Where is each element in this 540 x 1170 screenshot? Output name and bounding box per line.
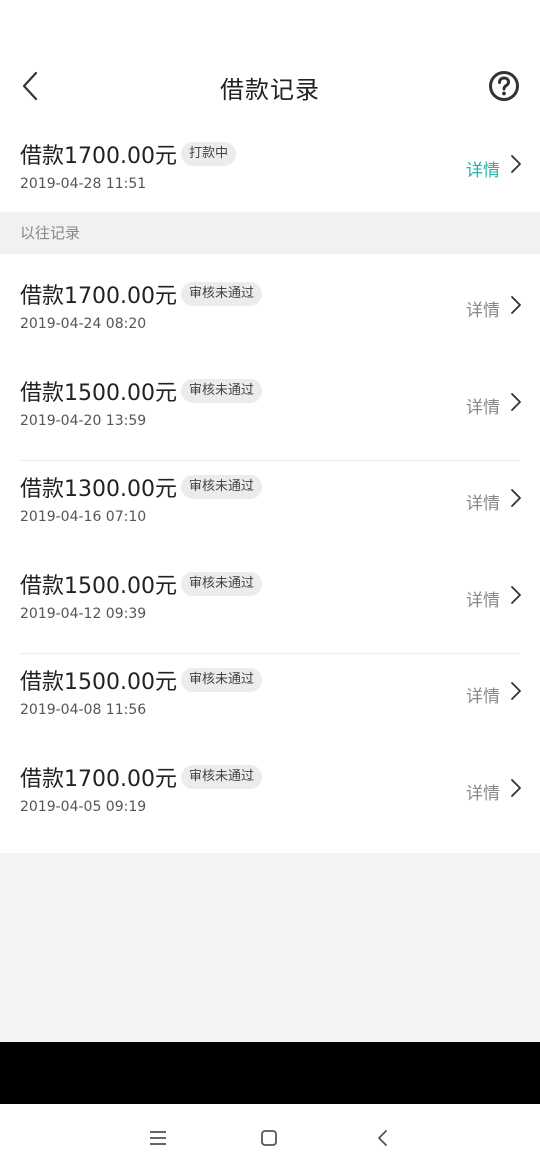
record-row[interactable]: 借款1700.00元 审核未通过 2019-04-24 08:20 详情 [0, 268, 540, 365]
record-time: 2019-04-24 08:20 [20, 316, 147, 332]
back-arrow-icon[interactable] [371, 1126, 395, 1150]
current-record-row[interactable]: 借款1700.00元 打款中 2019-04-28 11:51 详情 [0, 124, 540, 212]
section-label-past-records: 以往记录 [0, 212, 540, 254]
record-time: 2019-04-28 11:51 [20, 176, 147, 192]
detail-link[interactable]: 详情 [466, 682, 500, 707]
status-badge: 审核未通过 [181, 571, 263, 596]
record-amount: 借款1500.00元 [20, 573, 177, 599]
status-bar [0, 0, 540, 50]
chevron-right-icon [511, 489, 521, 507]
chevron-right-icon [511, 778, 521, 797]
detail-link[interactable]: 详情 [466, 296, 500, 321]
status-badge: 审核未通过 [181, 378, 263, 403]
record-amount: 借款1700.00元 [20, 766, 177, 792]
detail-link[interactable]: 详情 [466, 779, 500, 804]
record-row[interactable]: 借款1500.00元 审核未通过 2019-04-08 11:56 详情 [0, 654, 540, 751]
record-time: 2019-04-12 09:39 [20, 605, 147, 622]
detail-link[interactable]: 详情 [466, 156, 500, 181]
detail-link[interactable]: 详情 [466, 393, 500, 418]
record-time: 2019-04-08 11:56 [20, 702, 147, 718]
status-badge: 审核未通过 [181, 764, 263, 789]
record-amount: 借款1700.00元 [20, 284, 177, 309]
detail-link[interactable]: 详情 [466, 586, 500, 611]
app-header: 借款记录 [0, 50, 540, 124]
record-time: 2019-04-05 09:19 [20, 798, 147, 815]
record-amount: 借款1300.00元 [20, 477, 177, 502]
system-navigation-bar [0, 1104, 540, 1170]
record-time: 2019-04-20 13:59 [20, 412, 147, 429]
record-amount: 借款1700.00元 [20, 144, 177, 169]
menu-lines-icon[interactable] [146, 1126, 170, 1150]
record-amount: 借款1500.00元 [20, 380, 177, 406]
record-row[interactable]: 借款1500.00元 审核未通过 2019-04-12 09:39 详情 [0, 557, 540, 654]
status-badge: 审核未通过 [181, 282, 263, 306]
past-records-list: 借款1700.00元 审核未通过 2019-04-24 08:20 详情 借款1500.… [0, 254, 540, 853]
status-badge: 审核未通过 [181, 668, 263, 692]
chevron-right-icon [511, 682, 521, 700]
home-square-icon[interactable] [257, 1126, 281, 1150]
chevron-right-icon [511, 585, 521, 604]
record-row[interactable]: 借款1700.00元 审核未通过 2019-04-05 09:19 详情 [0, 750, 540, 847]
status-badge: 打款中 [181, 142, 237, 166]
help-icon[interactable] [488, 70, 520, 102]
chevron-right-icon [511, 296, 521, 314]
page-title: 借款记录 [220, 76, 320, 104]
record-row[interactable]: 借款1500.00元 审核未通过 2019-04-20 13:59 详情 [0, 364, 540, 461]
record-time: 2019-04-16 07:10 [20, 509, 147, 525]
detail-link[interactable]: 详情 [466, 489, 500, 514]
chevron-right-icon [511, 392, 521, 411]
status-badge: 审核未通过 [181, 475, 263, 499]
system-black-bar [0, 1042, 540, 1104]
record-amount: 借款1500.00元 [20, 670, 177, 695]
record-row[interactable]: 借款1300.00元 审核未通过 2019-04-16 07:10 详情 [0, 461, 540, 558]
chevron-right-icon [511, 155, 521, 173]
